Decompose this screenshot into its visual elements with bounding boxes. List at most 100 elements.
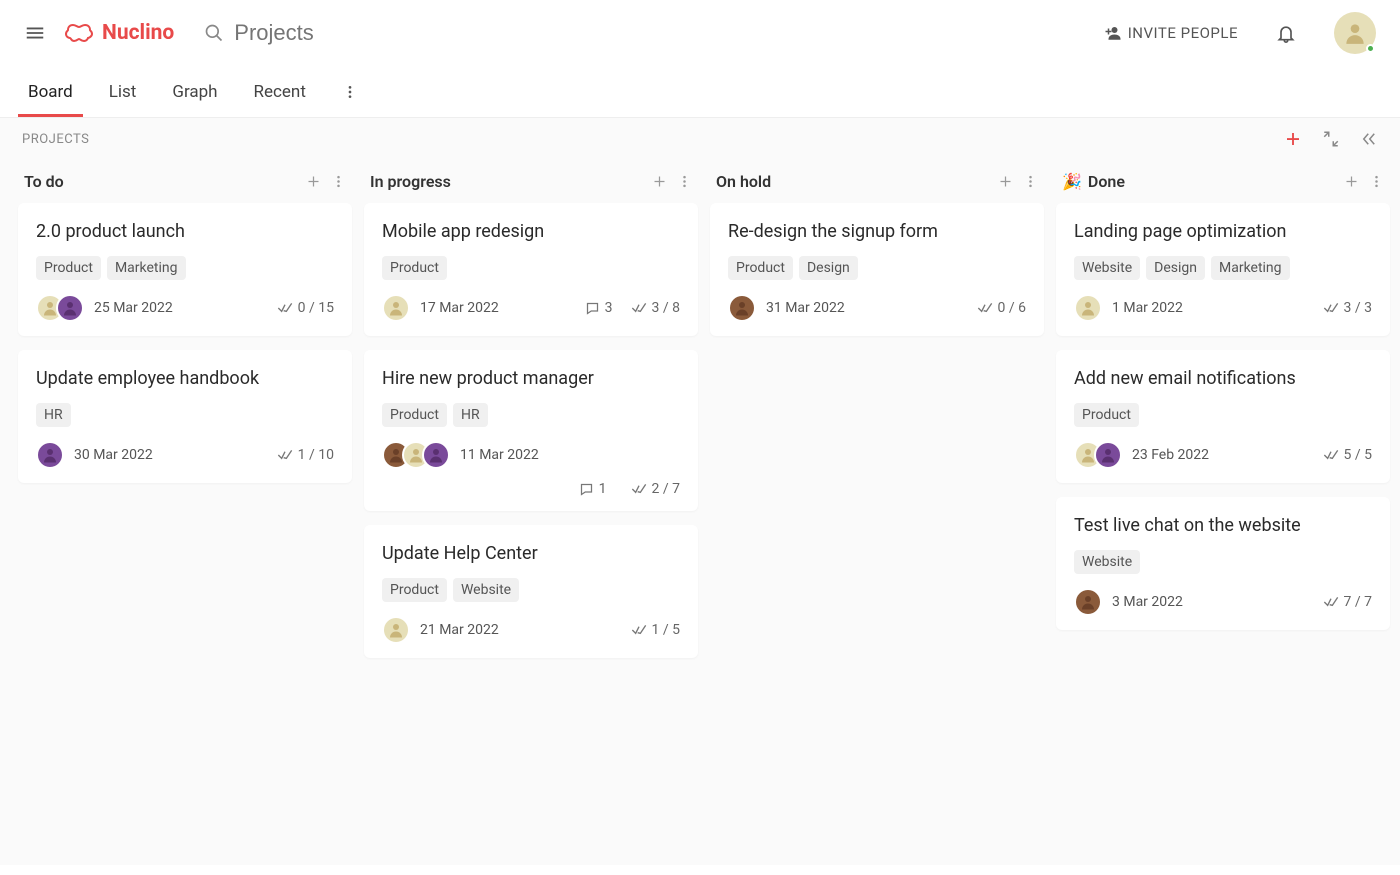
column-header: 🎉Done (1056, 168, 1390, 203)
card-tags: Product (1074, 403, 1372, 427)
tag[interactable]: Website (453, 578, 519, 602)
add-item-button[interactable] (1284, 130, 1302, 148)
chevron-left-double-icon[interactable] (1360, 130, 1378, 148)
card-metas: 5 / 5 (1323, 447, 1372, 463)
board-toolbar: PROJECTS (0, 118, 1400, 148)
card[interactable]: Re-design the signup formProductDesign31… (710, 203, 1044, 336)
search[interactable] (204, 20, 534, 46)
tag[interactable]: Product (36, 256, 101, 280)
avatar[interactable] (382, 294, 410, 322)
tag[interactable]: Product (382, 403, 447, 427)
column-more-icon[interactable] (1023, 174, 1038, 189)
card[interactable]: Update employee handbookHR30 Mar 20221 /… (18, 350, 352, 483)
card-date: 17 Mar 2022 (420, 300, 499, 316)
tag[interactable]: Marketing (1211, 256, 1290, 280)
checklist-value: 7 / 7 (1344, 594, 1372, 610)
checklist-value: 0 / 15 (298, 300, 334, 316)
card-date: 25 Mar 2022 (94, 300, 173, 316)
avatar[interactable] (382, 616, 410, 644)
current-user-avatar[interactable] (1334, 12, 1376, 54)
search-icon (204, 23, 224, 43)
notifications-icon[interactable] (1276, 23, 1296, 43)
card-avatars (728, 294, 756, 322)
tag[interactable]: HR (36, 403, 71, 427)
app-logo[interactable]: Nuclino (64, 21, 174, 45)
tab-list[interactable]: List (105, 68, 141, 116)
column-more-icon[interactable] (331, 174, 346, 189)
tag[interactable]: Product (728, 256, 793, 280)
card-tags: Product (382, 256, 680, 280)
tag[interactable]: Product (382, 578, 447, 602)
comments-value: 1 (599, 481, 607, 497)
collapse-icon[interactable] (1322, 130, 1340, 148)
tag[interactable]: Design (1146, 256, 1205, 280)
column-add-button[interactable] (998, 174, 1013, 189)
avatar[interactable] (1094, 441, 1122, 469)
column-header: In progress (364, 168, 698, 203)
card-title: Landing page optimization (1074, 221, 1372, 242)
card[interactable]: 2.0 product launch ProductMarketing 25 Mar… (18, 203, 352, 336)
column-inprogress: In progressMobile app redesignProduct17 … (364, 168, 698, 672)
card[interactable]: Mobile app redesignProduct17 Mar 202233 … (364, 203, 698, 336)
column-title[interactable]: On hold (716, 172, 771, 191)
tab-graph[interactable]: Graph (168, 68, 221, 116)
card-tags: ProductDesign (728, 256, 1026, 280)
card-title: Re-design the signup form (728, 221, 1026, 242)
card[interactable]: Test live chat on the websiteWebsite3 Ma… (1056, 497, 1390, 630)
checklist-icon (631, 622, 647, 638)
avatar[interactable] (422, 441, 450, 469)
menu-icon[interactable] (24, 22, 46, 44)
tag[interactable]: Product (1074, 403, 1139, 427)
column-title-text: Done (1088, 172, 1125, 191)
card[interactable]: Landing page optimization WebsiteDesignMa… (1056, 203, 1390, 336)
tab-recent[interactable]: Recent (250, 68, 310, 116)
tab-board[interactable]: Board (24, 68, 77, 116)
comments-icon (579, 482, 594, 497)
board-title: PROJECTS (22, 132, 89, 147)
comments-value: 3 (605, 300, 613, 316)
tag[interactable]: Marketing (107, 256, 186, 280)
checklist-value: 5 / 5 (1344, 447, 1372, 463)
column-title[interactable]: 🎉Done (1062, 172, 1125, 191)
checklist: 5 / 5 (1323, 447, 1372, 463)
card-footer: 17 Mar 2022 3 3 / 8 (382, 294, 680, 322)
avatar[interactable] (56, 294, 84, 322)
avatar[interactable] (728, 294, 756, 322)
column-more-icon[interactable] (1369, 174, 1384, 189)
tag[interactable]: HR (453, 403, 488, 427)
tag[interactable]: Product (382, 256, 447, 280)
brain-icon (64, 21, 94, 45)
checklist: 1 / 5 (631, 622, 680, 638)
avatar[interactable] (1074, 294, 1102, 322)
avatar[interactable] (1074, 588, 1102, 616)
column-add-button[interactable] (306, 174, 321, 189)
card-tags: ProductHR (382, 403, 680, 427)
card[interactable]: Hire new product managerProductHR11 Mar … (364, 350, 698, 511)
checklist-value: 1 / 10 (298, 447, 334, 463)
tabs-more-icon[interactable] (342, 84, 358, 100)
checklist-icon (277, 447, 293, 463)
column-title[interactable]: In progress (370, 172, 451, 191)
checklist: 7 / 7 (1323, 594, 1372, 610)
checklist-value: 3 / 8 (652, 300, 680, 316)
avatar[interactable] (36, 441, 64, 469)
tag[interactable]: Design (799, 256, 858, 280)
column-title[interactable]: To do (24, 172, 64, 191)
card[interactable]: Update Help CenterProductWebsite21 Mar 2… (364, 525, 698, 658)
tag[interactable]: Website (1074, 550, 1140, 574)
column-more-icon[interactable] (677, 174, 692, 189)
column-header: To do (18, 168, 352, 203)
checklist: 1 / 10 (277, 447, 334, 463)
card[interactable]: Add new email notificationsProduct23 Feb… (1056, 350, 1390, 483)
column-todo: To do2.0 product launchProductMarketing2… (18, 168, 352, 497)
column-add-button[interactable] (1344, 174, 1359, 189)
checklist-icon (977, 300, 993, 316)
checklist-value: 2 / 7 (652, 481, 680, 497)
checklist-value: 3 / 3 (1344, 300, 1372, 316)
search-input[interactable] (234, 20, 534, 46)
tag[interactable]: Website (1074, 256, 1140, 280)
invite-people-button[interactable]: INVITE PEOPLE (1104, 24, 1238, 42)
column-add-button[interactable] (652, 174, 667, 189)
card-title: 2.0 product launch (36, 221, 334, 242)
checklist-icon (1323, 594, 1339, 610)
